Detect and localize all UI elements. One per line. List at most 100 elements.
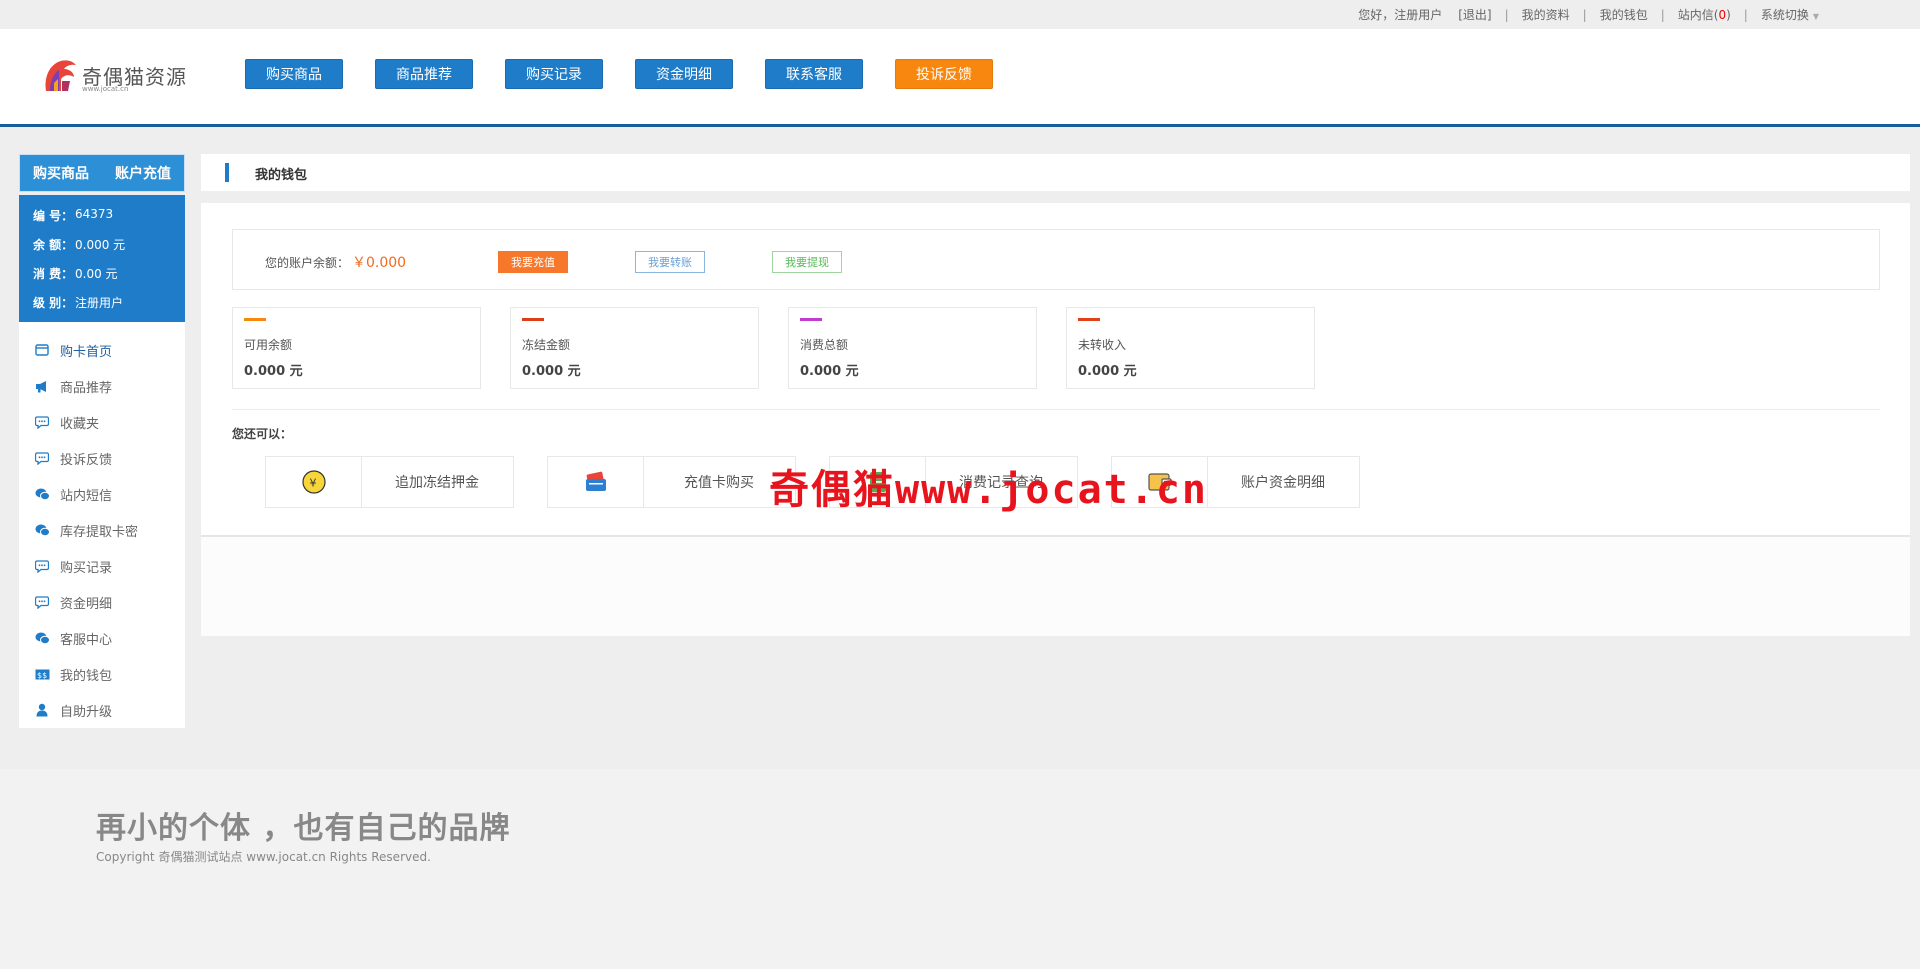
stat-untransferred-income: 未转收入 0.000 元 [1066,307,1315,389]
footer-copyright: Copyright 奇偶猫测试站点 www.jocat.cn Rights Re… [96,850,431,864]
action-recharge-card-purchase[interactable]: 充值卡购买 [547,456,796,508]
content-header: 我的钱包 [201,154,1910,191]
info-level-value: 注册用户 [75,296,124,310]
stat-accent-line [1078,318,1100,321]
wallet-icon: $$ [34,666,50,682]
sidebar-item-messages[interactable]: 站内短信 [19,476,185,512]
site-logo[interactable]: 奇偶猫资源 www.jocat.cn [42,57,192,97]
account-info: 编 号： 64373 余 额： 0.000 元 消 费： 0.00 元 级 别： 注册用… [19,195,185,322]
action-label: 追加冻结押金 [395,475,479,491]
main-nav: 购买商品 商品推荐 购买记录 资金明细 联系客服 投诉反馈 [245,59,1025,89]
stat-label: 未转收入 [1078,338,1127,352]
stat-accent-line [800,318,822,321]
card-wallet-icon [548,457,644,507]
nav-contact-service[interactable]: 联系客服 [765,59,863,89]
sidebar-tab-recharge[interactable]: 账户充值 [115,163,171,183]
stat-accent-line [244,318,266,321]
top-bar: 您好，注册用户 [退出] | 我的资料 | 我的钱包 | 站内信(0) | 系统… [0,0,1920,29]
sidebar-item-label: 客服中心 [60,632,113,648]
sidebar-item-label: 购卡首页 [60,344,113,360]
action-label: 账户资金明细 [1241,475,1325,491]
sidebar-item-card-home[interactable]: 购卡首页 [19,332,185,368]
nav-purchase-history[interactable]: 购买记录 [505,59,603,89]
chat-icon [34,450,50,466]
profile-link[interactable]: 我的资料 [1522,6,1570,23]
stat-label: 消费总额 [800,338,849,352]
sidebar-item-stock-extract[interactable]: 库存提取卡密 [19,512,185,548]
sidebar-item-self-upgrade[interactable]: 自助升级 [19,692,185,728]
info-row: 余 额： 0.000 元 [33,236,185,265]
logout-link[interactable]: [退出] [1458,6,1491,23]
chat-bubbles-icon [34,486,50,502]
logo-subtitle: www.jocat.cn [82,85,129,93]
coin-icon: ¥ [266,457,362,507]
balance-value: ￥0.000 [352,255,407,271]
stat-value: 0.000 元 [244,364,303,379]
stat-value: 0.000 元 [1078,364,1137,379]
svg-text:¥: ¥ [309,477,316,490]
info-row: 消 费： 0.00 元 [33,265,185,294]
withdraw-button[interactable]: 我要提现 [772,251,842,273]
logo-mark-icon [45,60,76,91]
chat-bubbles-icon [34,630,50,646]
sidebar-item-label: 资金明细 [60,596,113,612]
megaphone-icon [34,378,50,394]
sidebar-item-recommend[interactable]: 商品推荐 [19,368,185,404]
sidebar-item-label: 我的钱包 [60,668,113,684]
chat-bubbles-icon [34,522,50,538]
system-switch-label: 系统切换 [1760,8,1809,22]
sidebar-item-fund-details[interactable]: 资金明细 [19,584,185,620]
action-add-frozen-deposit[interactable]: ¥ 追加冻结押金 [265,456,514,508]
sidebar-item-label: 站内短信 [60,488,113,504]
transfer-button[interactable]: 我要转账 [635,251,705,273]
messages-close: ) [1726,8,1731,22]
info-row: 编 号： 64373 [33,207,185,236]
messages-count: 0 [1718,8,1727,22]
top-links: 您好，注册用户 [退出] | 我的资料 | 我的钱包 | 站内信(0) | 系统… [1358,0,1819,29]
greeting-text: 您好，注册用户 [1358,8,1443,22]
stat-total-spend: 消费总额 0.000 元 [788,307,1037,389]
info-balance-value: 0.000 元 [75,238,126,252]
nav-complaint[interactable]: 投诉反馈 [895,59,993,89]
sidebar-tabs: 购买商品 账户充值 [19,154,185,192]
nav-recommend[interactable]: 商品推荐 [375,59,473,89]
lower-blank-panel [201,537,1910,636]
balance-box: 您的账户余额： ￥0.000 我要充值 我要转账 我要提现 [232,229,1880,290]
nav-fund-details[interactable]: 资金明细 [635,59,733,89]
separator: | [1504,7,1509,22]
info-row: 级 别： 注册用户 [33,294,185,323]
recharge-button[interactable]: 我要充值 [498,251,568,273]
info-key: 级 别： [33,296,74,310]
system-switch-dropdown[interactable]: 系统切换 ▼ [1761,6,1819,23]
sidebar-item-label: 收藏夹 [60,416,100,432]
sidebar-item-label: 投诉反馈 [60,452,113,468]
can-do-heading: 您还可以： [232,427,293,441]
messages-link[interactable]: 站内信(0) [1678,6,1731,23]
stat-value: 0.000 元 [522,364,581,379]
info-id-value: 64373 [75,207,114,221]
site-watermark: 奇偶猫www.jocat.cn [769,467,1208,513]
wallet-link[interactable]: 我的钱包 [1600,6,1648,23]
sidebar-item-purchase-history[interactable]: 购买记录 [19,548,185,584]
sidebar-item-service-center[interactable]: 客服中心 [19,620,185,656]
card-icon [34,342,50,358]
user-icon [34,702,50,718]
stat-accent-line [522,318,544,321]
caret-down-icon: ▼ [1812,12,1819,21]
footer: 再小的个体 ，也有自己的品牌 Copyright 奇偶猫测试站点 www.joc… [0,769,1920,969]
sidebar-menu: 购卡首页 商品推荐 收藏夹 投诉反馈 站内短信 库存提取卡密 购买记录 资金明细… [19,322,185,728]
nav-buy-goods[interactable]: 购买商品 [245,59,343,89]
sidebar-tab-buy[interactable]: 购买商品 [33,163,89,183]
sidebar-item-my-wallet[interactable]: $$ 我的钱包 [19,656,185,692]
messages-label: 站内信( [1677,8,1719,22]
sidebar-item-label: 购买记录 [60,560,113,576]
stat-available-balance: 可用余额 0.000 元 [232,307,481,389]
divider [232,409,1880,410]
chat-icon [34,594,50,610]
sidebar-item-favorites[interactable]: 收藏夹 [19,404,185,440]
separator: | [1582,7,1587,22]
sidebar-item-complaint[interactable]: 投诉反馈 [19,440,185,476]
info-key: 余 额： [33,238,74,252]
separator: | [1660,7,1665,22]
title-accent-bar [225,163,229,182]
